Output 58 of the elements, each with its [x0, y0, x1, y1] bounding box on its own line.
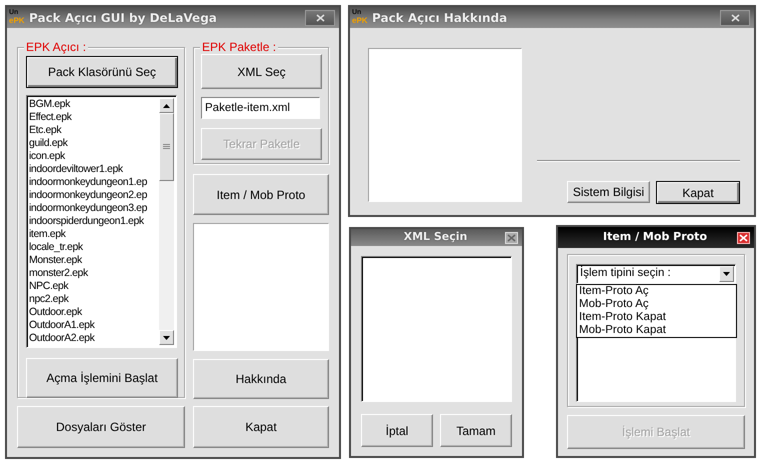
button[interactable]: Pack Klasörünü Seç: [26, 56, 178, 88]
button[interactable]: Kapat: [193, 406, 329, 448]
down-arrow-icon: [723, 272, 730, 276]
dropdown-option[interactable]: Mob-Proto Kapat: [577, 324, 736, 337]
close-icon: [730, 14, 740, 22]
list-item[interactable]: icon.epk: [29, 150, 159, 163]
list-item[interactable]: OutdoorA2.epk: [29, 332, 159, 345]
list-item[interactable]: Etc.epk: [29, 124, 159, 137]
list-item[interactable]: indoordeviltower1.epk: [29, 163, 159, 176]
scrollbar[interactable]: [159, 98, 174, 345]
close-icon: [507, 234, 516, 242]
list-item[interactable]: OutdoorA1.epk: [29, 319, 159, 332]
dropdown-button[interactable]: [719, 266, 734, 282]
dropdown[interactable]: İşlem tipini seçin :: [576, 264, 736, 284]
text-field[interactable]: Paketle-item.xml: [201, 97, 320, 119]
list-item[interactable]: Effect.epk: [29, 111, 159, 124]
dropdown-option[interactable]: Item-Proto Aç: [577, 285, 736, 298]
button[interactable]: İptal: [361, 414, 433, 447]
window-title: XML Seçin: [402, 229, 468, 246]
list-item[interactable]: monster2.epk: [29, 267, 159, 280]
group-label: EPK Paketle :: [200, 40, 278, 54]
button[interactable]: XML Seç: [201, 54, 322, 89]
list-item[interactable]: item.epk: [29, 228, 159, 241]
file-list[interactable]: [26, 95, 177, 348]
button[interactable]: Açma İşlemini Başlat: [26, 358, 178, 398]
list-item[interactable]: indoormonkeydungeon1.ep: [29, 176, 159, 189]
list-item[interactable]: locale_tr.epk: [29, 241, 159, 254]
list-item[interactable]: indoormonkeydungeon2.ep: [29, 189, 159, 202]
button[interactable]: Dosyaları Göster: [17, 406, 185, 448]
window-title: Pack Açıcı GUI by DeLaVega: [29, 10, 217, 26]
button[interactable]: Kapat: [656, 181, 740, 204]
close-icon: [739, 234, 748, 242]
button[interactable]: Sistem Bilgisi: [567, 181, 650, 203]
group-label: EPK Açıcı :: [24, 40, 88, 54]
close-icon: [316, 14, 324, 22]
list-item[interactable]: guild.epk: [29, 137, 159, 150]
down-arrow-icon: [163, 336, 170, 340]
button[interactable]: Hakkında: [193, 359, 329, 399]
close-button[interactable]: [737, 232, 750, 244]
list-item[interactable]: Outdoor.epk: [29, 306, 159, 319]
list-item[interactable]: indoormonkeydungeon3.ep: [29, 202, 159, 215]
grip-icon: [163, 144, 170, 150]
scroll-down-button[interactable]: [159, 330, 174, 345]
scroll-thumb[interactable]: [159, 113, 174, 181]
list-item[interactable]: NPC.epk: [29, 280, 159, 293]
list-item[interactable]: npc2.epk: [29, 293, 159, 306]
window-title: Item / Mob Proto: [602, 229, 708, 246]
window-title: Pack Açıcı Hakkında: [372, 10, 508, 26]
button[interactable]: Tamam: [440, 414, 512, 447]
list-item[interactable]: BGM.epk: [29, 98, 159, 111]
dropdown-value: İşlem tipini seçin :: [580, 265, 671, 282]
up-arrow-icon: [163, 104, 170, 108]
list-item[interactable]: Monster.epk: [29, 254, 159, 267]
scroll-up-button[interactable]: [159, 98, 174, 113]
dropdown-option[interactable]: Item-Proto Kapat: [577, 311, 736, 324]
button[interactable]: Item / Mob Proto: [193, 174, 329, 215]
dropdown-option[interactable]: Mob-Proto Aç: [577, 298, 736, 311]
list-item[interactable]: indoorspiderdungeon1.epk: [29, 215, 159, 228]
